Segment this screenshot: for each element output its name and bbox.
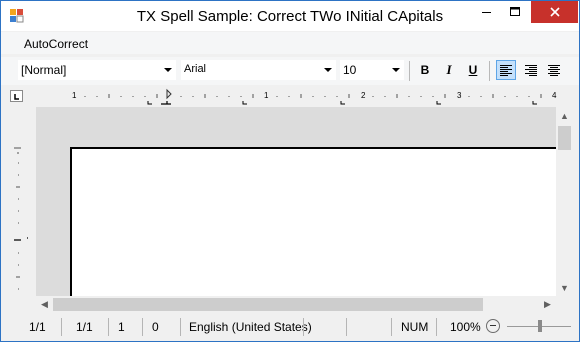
application-window: TX Spell Sample: Correct TWo INitial CAp…	[0, 0, 580, 342]
chevron-down-icon[interactable]	[392, 68, 400, 72]
status-separator	[303, 318, 304, 336]
minimize-button[interactable]	[473, 1, 501, 23]
style-combobox[interactable]: [Normal]	[18, 60, 176, 80]
ruler-label: 1	[72, 91, 77, 100]
status-zoom: 100%	[450, 320, 481, 334]
toolbar-separator	[489, 61, 490, 81]
close-icon	[549, 7, 560, 17]
align-left-icon	[500, 64, 512, 76]
horizontal-ruler[interactable]: 1 1 2 3 4	[65, 87, 560, 105]
status-language[interactable]: English (United States)	[189, 320, 312, 334]
status-separator	[346, 318, 347, 336]
chevron-down-icon[interactable]	[164, 68, 172, 72]
underline-button[interactable]: U	[463, 60, 483, 80]
status-page: 1/1	[29, 320, 46, 334]
ruler-label: 2	[361, 91, 366, 100]
document-page[interactable]	[70, 147, 556, 296]
maximize-icon	[510, 7, 520, 16]
status-bar: 1/1 1/1 1 0 English (United States) NUM …	[1, 314, 579, 341]
status-separator	[61, 318, 62, 336]
status-section: 1/1	[76, 320, 93, 334]
vertical-scroll-thumb[interactable]	[558, 126, 571, 150]
status-separator	[108, 318, 109, 336]
zoom-out-icon[interactable]	[486, 319, 500, 333]
document-view[interactable]	[36, 107, 556, 296]
ruler-label: 4	[552, 91, 557, 100]
menu-bar: AutoCorrect	[1, 32, 579, 54]
minimize-icon	[482, 12, 491, 13]
vertical-scrollbar[interactable]: ▲ ▼	[556, 107, 573, 296]
chevron-down-icon[interactable]	[324, 68, 332, 72]
status-line: 1	[118, 320, 125, 334]
align-right-button[interactable]	[521, 60, 541, 80]
close-button[interactable]	[531, 1, 578, 23]
scroll-left-icon[interactable]: ◀	[36, 296, 53, 313]
zoom-slider-thumb[interactable]	[538, 320, 542, 332]
horizontal-scroll-thumb[interactable]	[53, 298, 483, 311]
formatting-toolbar: [Normal] Arial 10 B I U	[1, 57, 579, 85]
maximize-button[interactable]	[501, 1, 529, 23]
vertical-ruler[interactable]	[12, 141, 32, 301]
ruler-label: 3	[457, 91, 462, 100]
align-left-button[interactable]	[496, 60, 516, 80]
italic-button[interactable]: I	[439, 60, 459, 80]
scroll-up-icon[interactable]: ▲	[556, 107, 573, 124]
status-num-lock: NUM	[401, 320, 429, 334]
toolbar-separator	[409, 61, 410, 81]
bold-button[interactable]: B	[415, 60, 435, 80]
menu-autocorrect[interactable]: AutoCorrect	[24, 37, 88, 51]
status-separator	[142, 318, 143, 336]
tab-stop-selector[interactable]	[10, 90, 23, 102]
title-bar[interactable]: TX Spell Sample: Correct TWo INitial CAp…	[1, 1, 579, 31]
align-center-icon	[548, 64, 560, 76]
font-size-combobox[interactable]: 10	[340, 60, 404, 80]
align-right-icon	[525, 64, 537, 76]
horizontal-scrollbar[interactable]: ◀ ▶	[36, 296, 556, 313]
style-value: [Normal]	[21, 63, 67, 77]
left-tab-icon	[14, 94, 19, 100]
font-value: Arial	[184, 63, 207, 75]
status-separator	[436, 318, 437, 336]
align-center-button[interactable]	[544, 60, 564, 80]
status-column: 0	[152, 320, 159, 334]
scroll-down-icon[interactable]: ▼	[556, 279, 573, 296]
scroll-right-icon[interactable]: ▶	[539, 296, 556, 313]
font-size-value: 10	[343, 63, 357, 77]
ruler-label: 1	[264, 91, 269, 100]
status-separator	[391, 318, 392, 336]
font-combobox[interactable]: Arial	[181, 60, 336, 80]
indent-markers[interactable]	[161, 88, 172, 105]
status-separator	[180, 318, 181, 336]
